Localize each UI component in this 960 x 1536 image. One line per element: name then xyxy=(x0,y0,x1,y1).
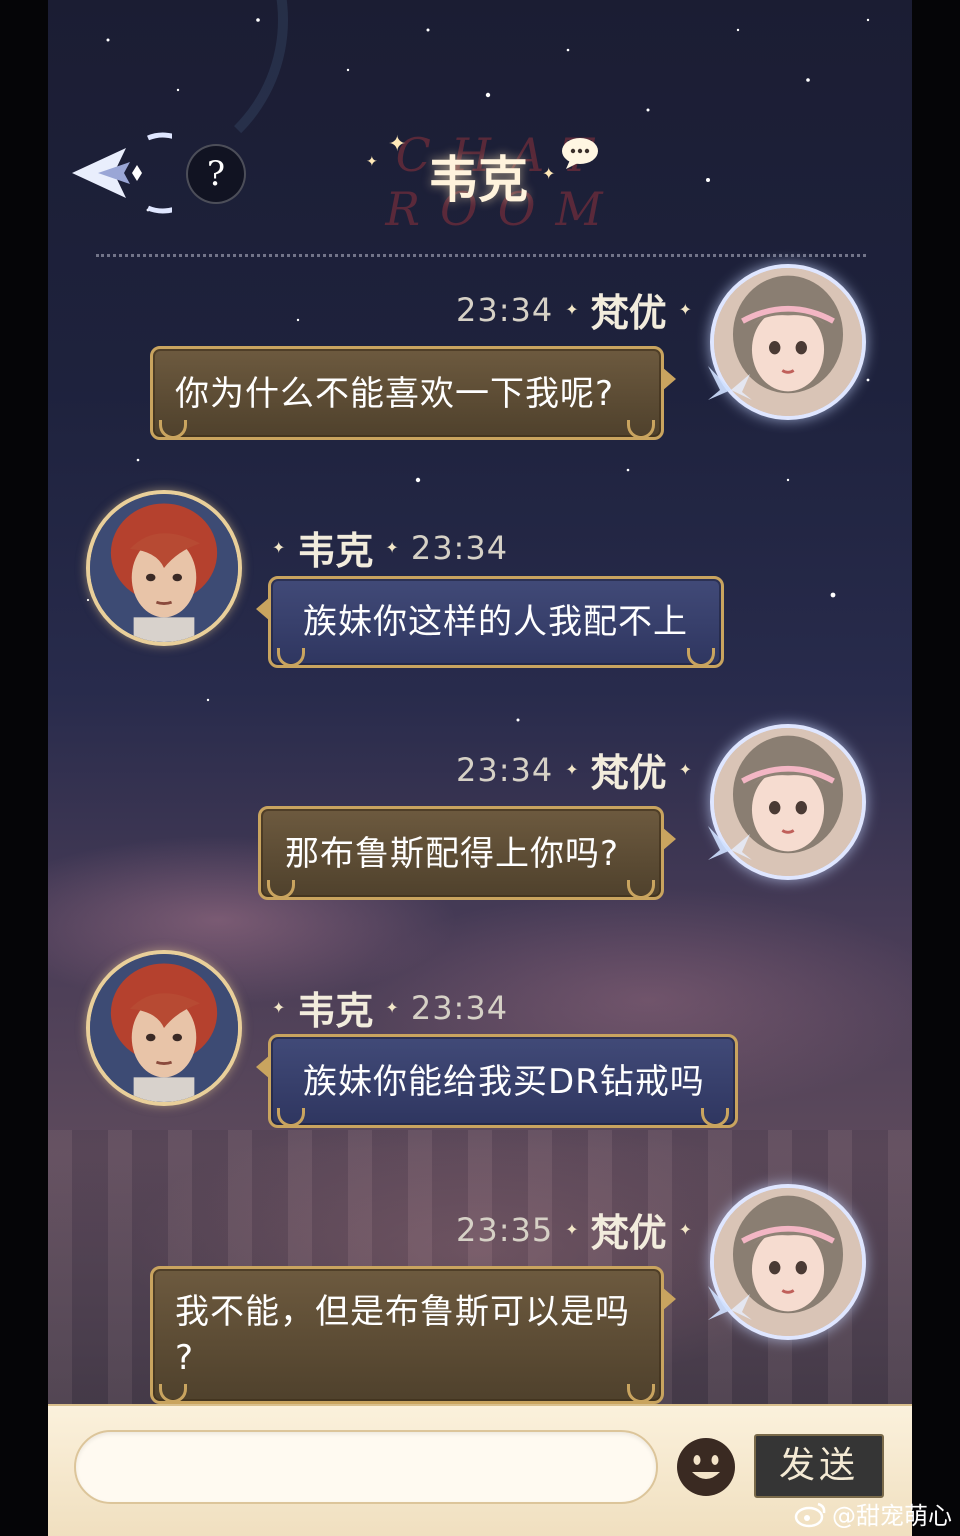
message-time: 23:34 xyxy=(410,988,509,1027)
bubble-tail xyxy=(662,1287,676,1311)
message-time: 23:34 xyxy=(456,750,554,789)
sparkle-icon: ✦ xyxy=(678,1220,693,1239)
weibo-icon xyxy=(794,1502,826,1527)
message-time: 23:34 xyxy=(456,290,554,329)
sparkle-icon: ✦ xyxy=(678,300,693,319)
message-text-line: 我不能，但是布鲁斯可以是吗 xyxy=(175,1292,630,1332)
bubble-ornament xyxy=(267,880,295,899)
avatar-weike[interactable] xyxy=(86,950,242,1106)
message-text: 族妹你能给我买DR钻戒吗 xyxy=(303,1062,705,1102)
message-bubble[interactable]: 那布鲁斯配得上你吗? xyxy=(258,806,676,900)
message-bubble[interactable]: 我不能，但是布鲁斯可以是吗 ? xyxy=(150,1266,676,1404)
sparkle-icon: ✦ xyxy=(678,760,693,779)
send-button[interactable]: 发送 xyxy=(754,1434,884,1498)
sparkle-icon: ✦ xyxy=(385,538,399,557)
butterfly-icon xyxy=(708,366,752,400)
bubble-ornament xyxy=(687,648,715,667)
message-input[interactable] xyxy=(74,1430,658,1504)
header-divider xyxy=(96,254,866,257)
help-button[interactable]: ? xyxy=(186,144,246,204)
chat-title: 韦克 xyxy=(428,150,528,209)
message-meta: 23:34 ✦ 梵优 ✦ xyxy=(456,282,704,337)
bubble-ornament xyxy=(701,1108,729,1127)
bubble-tail xyxy=(256,597,270,621)
sender-name: 梵优 xyxy=(590,1210,667,1255)
avatar-weike[interactable] xyxy=(86,490,242,646)
message-text-line: ? xyxy=(175,1338,195,1378)
chat-screen: ? CHAT ROOM ✦ ✦ ✦ 韦克 23:34 ✦ 梵优 ✦ 你为什么不能… xyxy=(48,0,912,1536)
smiley-icon[interactable] xyxy=(675,1436,737,1498)
bubble-ornament xyxy=(159,420,187,439)
message-meta: ✦ 韦克 ✦ 23:34 xyxy=(260,520,508,575)
butterfly-icon xyxy=(708,826,752,860)
bubble-ornament xyxy=(159,1384,187,1403)
sparkle-icon: ✦ xyxy=(272,538,286,557)
bubble-tail xyxy=(662,367,676,391)
bubble-ornament xyxy=(277,648,305,667)
message-text: 你为什么不能喜欢一下我呢? xyxy=(175,374,615,414)
message-bubble[interactable]: 族妹你能给我买DR钻戒吗 xyxy=(256,1034,738,1128)
bubble-tail xyxy=(662,827,676,851)
sparkle-icon: ✦ xyxy=(565,1220,579,1239)
message-input-bar: 发送 xyxy=(48,1404,912,1536)
bubble-ornament xyxy=(627,1384,655,1403)
message-meta: 23:34 ✦ 梵优 ✦ xyxy=(456,742,704,797)
butterfly-icon xyxy=(708,1286,752,1320)
boy-portrait-icon xyxy=(90,494,238,642)
message-text: 族妹你这样的人我配不上 xyxy=(303,602,688,642)
sparkle-icon: ✦ xyxy=(366,154,378,170)
sparkle-icon: ✦ xyxy=(385,998,399,1017)
message-meta: ✦ 韦克 ✦ 23:34 xyxy=(260,980,508,1035)
sender-name: 梵优 xyxy=(590,750,667,795)
message-meta: 23:35 ✦ 梵优 ✦ xyxy=(456,1202,704,1257)
watermark-text: @甜宠萌心 xyxy=(832,1502,952,1530)
sparkle-icon: ✦ xyxy=(565,300,579,319)
sender-name: 梵优 xyxy=(590,290,667,335)
message-time: 23:35 xyxy=(456,1210,554,1249)
bubble-ornament xyxy=(627,420,655,439)
message-bubble[interactable]: 你为什么不能喜欢一下我呢? xyxy=(150,346,676,440)
bubble-ornament xyxy=(277,1108,305,1127)
sender-name: 韦克 xyxy=(297,988,374,1033)
watermark: @甜宠萌心 xyxy=(794,1496,952,1531)
bubble-ornament xyxy=(627,880,655,899)
speech-bubble-icon xyxy=(562,138,598,169)
sparkle-icon: ✦ xyxy=(565,760,579,779)
sparkle-icon: ✦ xyxy=(272,998,286,1017)
bubble-tail xyxy=(256,1055,270,1079)
sender-name: 韦克 xyxy=(297,528,374,573)
back-arrow-icon[interactable] xyxy=(68,132,172,214)
boy-portrait-icon xyxy=(90,954,238,1102)
message-time: 23:34 xyxy=(410,528,509,567)
message-text: 那布鲁斯配得上你吗? xyxy=(285,834,620,874)
message-bubble[interactable]: 族妹你这样的人我配不上 xyxy=(256,576,724,668)
